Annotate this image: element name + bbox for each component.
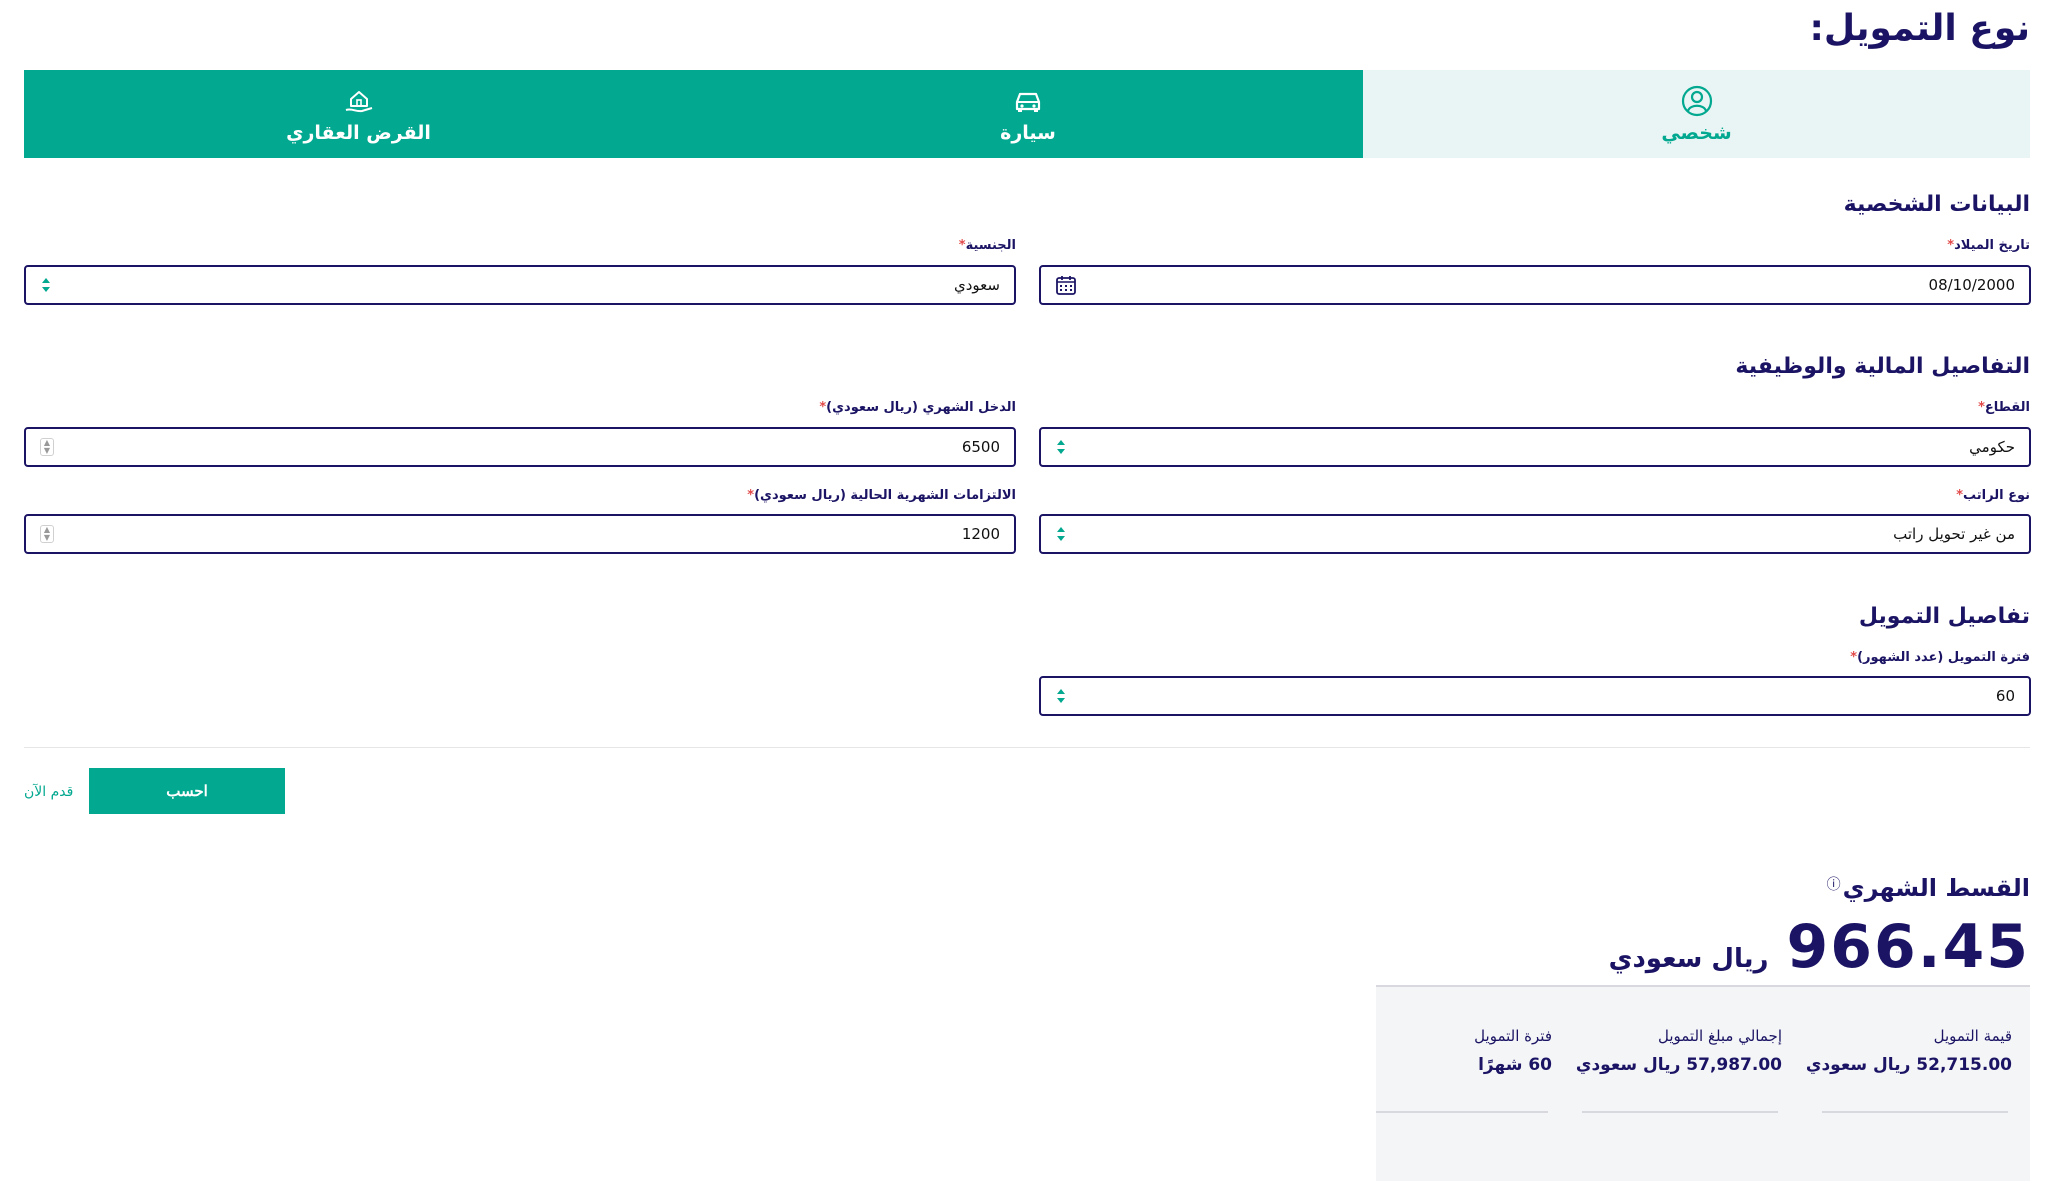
tab-car[interactable]: سيارة [693, 70, 1363, 158]
summary-item-total-amount: إجمالي مبلغ التمويل 57,987.00 ريال سعودي [1576, 1027, 1782, 1075]
period-select[interactable]: 60 [1039, 676, 2031, 716]
income-input[interactable]: ▲ ▼ 6500 [24, 427, 1016, 467]
tab-label: القرض العقاري [286, 122, 431, 144]
summary-divider [1376, 1111, 1548, 1113]
summary-label: فترة التمويل [1474, 1027, 1552, 1045]
monthly-installment-title: القسط الشهري ⓘ [1827, 874, 2030, 902]
divider [24, 747, 2030, 748]
house-hand-icon [345, 91, 372, 113]
summary-value: 60 شهرًا [1478, 1055, 1552, 1075]
installment-value: 966.45 [1786, 912, 2030, 982]
sector-value: حكومي [1969, 438, 2015, 456]
nationality-label: الجنسية* [958, 238, 1016, 253]
summary-value: 57,987.00 ريال سعودي [1575, 1055, 1782, 1075]
finance-summary: قيمة التمويل 52,715.00 ريال سعودي إجمالي… [1376, 985, 2030, 1181]
summary-item-period: فترة التمويل 60 شهرًا [1474, 1027, 1552, 1075]
salary-type-value: من غير تحويل راتب [1893, 525, 2015, 543]
tab-label: سيارة [1000, 122, 1056, 144]
select-arrows-icon [1057, 527, 1065, 541]
obligations-input[interactable]: ▲ ▼ 1200 [24, 514, 1016, 554]
summary-label: قيمة التمويل [1933, 1027, 2012, 1045]
installment-currency: ريال سعودي [1608, 944, 1769, 974]
tab-personal[interactable]: شخصي [1363, 70, 2030, 158]
salary-type-label: نوع الراتب* [1956, 488, 2030, 503]
nationality-value: سعودي [954, 276, 1000, 294]
result-title-text: القسط الشهري [1842, 874, 2030, 902]
section-title-personal: البيانات الشخصية [1843, 192, 2030, 217]
select-arrows-icon [1057, 440, 1065, 454]
tab-label: شخصي [1661, 122, 1732, 144]
tab-real-estate[interactable]: القرض العقاري [24, 70, 693, 158]
summary-value: 52,715.00 ريال سعودي [1805, 1055, 2012, 1075]
income-value: 6500 [961, 438, 1000, 456]
select-arrows-icon [42, 278, 50, 292]
info-icon[interactable]: ⓘ [1827, 874, 1841, 894]
select-arrows-icon [1057, 689, 1065, 703]
calendar-icon[interactable] [1055, 274, 1077, 296]
sector-select[interactable]: حكومي [1039, 427, 2031, 467]
period-value: 60 [1995, 687, 2015, 705]
monthly-installment-amount: 966.45 ريال سعودي [1609, 912, 2030, 982]
number-spinner[interactable]: ▲ ▼ [40, 438, 54, 456]
calculate-button[interactable]: احسب [89, 768, 285, 814]
income-label: الدخل الشهري (ريال سعودي)* [819, 400, 1016, 415]
finance-type-tabs: شخصي سيارة القرض العقاري [24, 70, 2030, 158]
summary-label: إجمالي مبلغ التمويل [1657, 1027, 1782, 1045]
salary-type-select[interactable]: من غير تحويل راتب [1039, 514, 2031, 554]
number-spinner[interactable]: ▲ ▼ [40, 525, 54, 543]
summary-divider [1582, 1111, 1778, 1113]
apply-now-link[interactable]: قدم الآن [24, 784, 73, 800]
obligations-value: 1200 [961, 525, 1000, 543]
obligations-label: الالتزامات الشهرية الحالية (ريال سعودي)* [747, 488, 1016, 503]
page-title: نوع التمويل: [1809, 8, 2030, 49]
nationality-select[interactable]: سعودي [24, 265, 1016, 305]
user-circle-icon [1681, 85, 1712, 117]
sector-label: القطاع* [1978, 400, 2030, 415]
birthdate-value: 08/10/2000 [1928, 276, 2015, 294]
car-icon [1015, 92, 1041, 112]
period-label: فترة التمويل (عدد الشهور)* [1850, 650, 2030, 665]
birthdate-label: تاريخ الميلاد* [1947, 238, 2030, 253]
section-title-financial: التفاصيل المالية والوظيفية [1735, 354, 2030, 379]
summary-divider [1822, 1111, 2008, 1113]
birthdate-field[interactable]: 08/10/2000 [1039, 265, 2031, 305]
section-title-finance-details: تفاصيل التمويل [1858, 604, 2030, 629]
summary-item-finance-amount: قيمة التمويل 52,715.00 ريال سعودي [1806, 1027, 2012, 1075]
